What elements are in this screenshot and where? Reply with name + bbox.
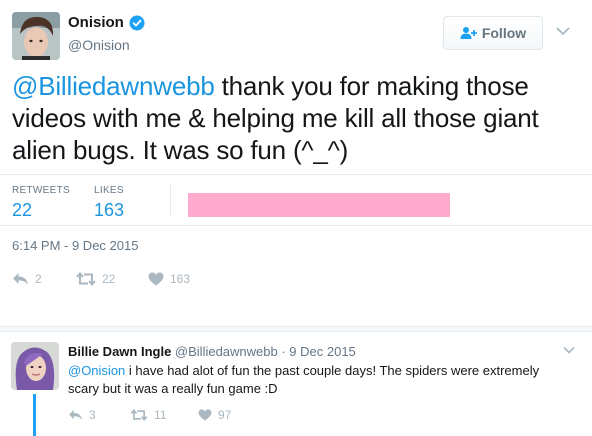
retweets-count: 22 xyxy=(12,200,33,220)
avatar[interactable] xyxy=(12,12,60,60)
tweet-stats: RETWEETS 22 LIKES 163 xyxy=(0,174,592,226)
reply-author-name[interactable]: Billie Dawn Ingle xyxy=(68,344,171,359)
heart-icon xyxy=(198,409,212,421)
reply-button[interactable]: 2 xyxy=(12,272,68,286)
reply-icon xyxy=(69,409,82,420)
reply-retweet-count: 11 xyxy=(154,408,167,422)
retweets-stat[interactable]: RETWEETS 22 xyxy=(12,185,70,221)
follow-person-icon xyxy=(460,27,477,39)
tweet-text: @Billiedawnwebb thank you for making tho… xyxy=(12,70,580,166)
reply-separator: · xyxy=(277,344,290,359)
retweet-icon xyxy=(76,272,96,286)
reply-count: 2 xyxy=(35,272,42,286)
reply-mention-link[interactable]: @Onision xyxy=(68,363,125,378)
verified-icon xyxy=(129,15,145,30)
reply-author-handle[interactable]: @Billiedawnwebb xyxy=(175,344,278,359)
retweets-label: RETWEETS xyxy=(12,185,70,196)
chevron-down-icon[interactable] xyxy=(556,26,570,36)
follow-button[interactable]: Follow xyxy=(443,16,543,50)
likes-stat[interactable]: LIKES 163 xyxy=(94,185,124,221)
follow-label: Follow xyxy=(481,25,527,41)
liker-faces-band[interactable] xyxy=(188,193,450,217)
reply-reply-count: 3 xyxy=(89,408,96,422)
reply-header: Billie Dawn Ingle @Billiedawnwebb · 9 De… xyxy=(68,344,356,359)
tweet-actions: 2 22 163 xyxy=(12,272,208,286)
reply-retweet-button[interactable]: 11 xyxy=(130,408,190,422)
heart-icon xyxy=(148,272,164,286)
reply-text: @Onision i have had alot of fun the past… xyxy=(68,362,558,398)
main-tweet: Onision @Onision Follow @Billiedawnwebb … xyxy=(0,0,592,326)
stats-divider xyxy=(170,183,171,217)
reply-avatar[interactable] xyxy=(11,342,59,390)
reply-like-count: 97 xyxy=(218,408,232,422)
like-button[interactable]: 163 xyxy=(148,272,208,286)
reply-actions: 3 11 97 xyxy=(68,408,258,422)
author-name[interactable]: Onision xyxy=(68,14,124,31)
reply-reply-button[interactable]: 3 xyxy=(68,408,122,422)
likes-count: 163 xyxy=(94,200,125,220)
retweet-count: 22 xyxy=(102,272,116,286)
reply-like-button[interactable]: 97 xyxy=(198,408,258,422)
author-handle[interactable]: @Onision xyxy=(68,37,130,53)
mention-link[interactable]: @Billiedawnwebb xyxy=(12,71,215,101)
reply-tweet: Billie Dawn Ingle @Billiedawnwebb · 9 De… xyxy=(0,332,592,436)
reply-date[interactable]: 9 Dec 2015 xyxy=(289,344,356,359)
chevron-down-icon[interactable] xyxy=(563,346,575,354)
retweet-icon xyxy=(130,409,148,421)
retweet-button[interactable]: 22 xyxy=(76,272,140,286)
tweet-timestamp[interactable]: 6:14 PM - 9 Dec 2015 xyxy=(12,238,138,253)
likes-label: LIKES xyxy=(94,185,124,196)
thread-line xyxy=(33,394,36,436)
like-count: 163 xyxy=(170,272,191,286)
reply-icon xyxy=(13,273,28,285)
reply-body: i have had alot of fun the past couple d… xyxy=(68,363,540,396)
